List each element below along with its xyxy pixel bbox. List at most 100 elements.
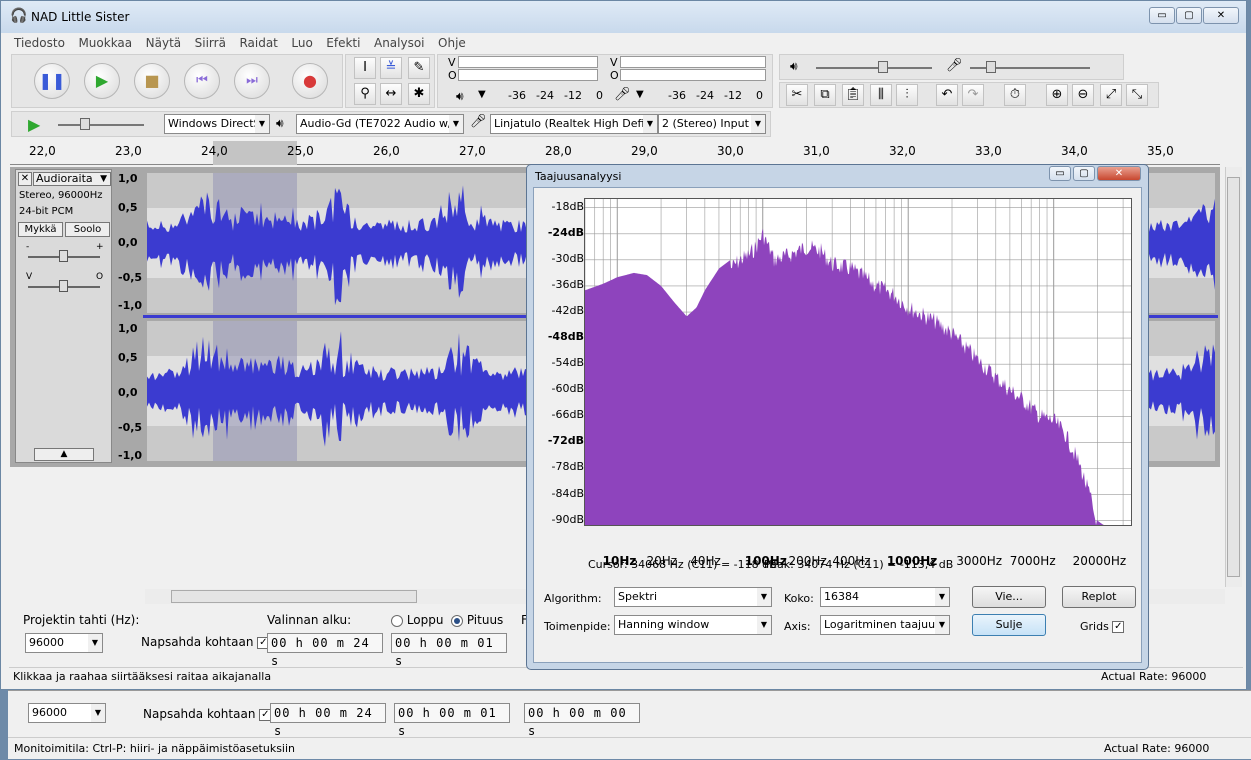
recording-volume-thumb[interactable] <box>986 61 996 73</box>
rec-meter-left[interactable] <box>458 56 598 68</box>
tools-toolbar: I ≚ ✎ ⚲ ↔ ✱ <box>345 54 435 108</box>
size-select[interactable]: 16384 ▼ <box>820 587 950 607</box>
play-at-speed-icon[interactable]: ▶ <box>28 115 40 134</box>
rec-scale-36: -36 <box>508 89 526 102</box>
cut-icon[interactable]: ✂ <box>786 84 808 106</box>
pause-button[interactable]: ❚❚ <box>34 63 70 99</box>
host-value: Windows DirectSc <box>168 117 267 130</box>
menu-help[interactable]: Ohje <box>433 34 471 52</box>
ruler-tick-label: 27,0 <box>459 144 486 158</box>
stop-button[interactable]: ■ <box>134 63 170 99</box>
scale-label: 1,0 <box>118 322 138 335</box>
timeline-ruler[interactable] <box>10 141 1220 165</box>
output-device-select[interactable]: Audio-Gd (TE7022 Audio w/ SF ▼ <box>296 114 464 134</box>
play-speed-slider[interactable] <box>58 124 144 126</box>
y-tick-label: -60dB <box>551 382 585 396</box>
collapse-track-button[interactable]: ▲ <box>34 448 94 461</box>
close-dialog-button[interactable]: Sulje <box>972 614 1046 636</box>
chevron-down-icon[interactable]: ▼ <box>478 89 486 100</box>
play-meter-left[interactable] <box>620 56 766 68</box>
project-rate-select[interactable]: 96000 ▼ <box>25 633 103 653</box>
rec-scale-12: -12 <box>564 89 582 102</box>
undo-icon[interactable]: ↶ <box>936 84 958 106</box>
selection-length-field[interactable]: 00 h 00 m 01 s <box>391 633 507 668</box>
track-close-button[interactable]: ✕ <box>18 172 32 186</box>
pan-thumb[interactable] <box>59 280 68 292</box>
gain-thumb[interactable] <box>59 250 68 262</box>
menu-view[interactable]: Näytä <box>141 34 187 52</box>
envelope-tool-icon[interactable]: ≚ <box>380 57 402 79</box>
draw-tool-icon[interactable]: ✎ <box>408 57 430 79</box>
play-speed-thumb[interactable] <box>80 118 90 130</box>
trim-icon[interactable]: ⫼ <box>870 84 892 106</box>
selection-start-field[interactable]: 00 h 00 m 24 s <box>267 633 383 668</box>
end-radio[interactable] <box>391 614 403 627</box>
actual-rate-bg: Actual Rate: 96000 <box>1104 742 1210 755</box>
menu-tracks[interactable]: Raidat <box>234 34 282 52</box>
menu-effect[interactable]: Efekti <box>321 34 365 52</box>
silence-icon[interactable]: ⫶ <box>896 84 918 106</box>
menu-transport[interactable]: Siirrä <box>190 34 231 52</box>
zoom-in-icon[interactable]: ⊕ <box>1046 84 1068 106</box>
timeshift-tool-icon[interactable]: ↔ <box>380 83 402 105</box>
copy-icon[interactable]: ⧉ <box>814 84 836 106</box>
dialog-restore-button[interactable]: ▢ <box>1073 166 1095 181</box>
play-button[interactable]: ▶ <box>84 63 120 99</box>
rec-meter-right[interactable] <box>458 69 598 81</box>
algorithm-select[interactable]: Spektri ▼ <box>614 587 772 607</box>
playback-volume-slider[interactable] <box>816 67 932 69</box>
track-control-panel: ✕ Audioraita ▼ Stereo, 96000Hz 24-bit PCM… <box>15 169 112 463</box>
replot-button[interactable]: Replot <box>1062 586 1136 608</box>
dialog-content: -18dB -24dB -30dB -36dB -42dB -48dB -54dB -60dB… <box>533 187 1142 663</box>
menu-bar: Tiedosto Muokkaa Näytä Siirrä Raidat Luo… <box>9 34 1244 53</box>
grids-checkbox[interactable]: ✓ <box>1112 621 1125 633</box>
menu-generate[interactable]: Luo <box>286 34 317 52</box>
selection-start-field-bg[interactable]: 00 h 00 m 24 s <box>270 703 386 738</box>
play-meter-right[interactable] <box>620 69 766 81</box>
menu-analyze[interactable]: Analysoi <box>369 34 430 52</box>
fit-selection-icon[interactable]: ⤢ <box>1100 84 1122 106</box>
paste-icon[interactable]: 📋︎ <box>842 84 864 106</box>
menu-file[interactable]: Tiedosto <box>9 34 70 52</box>
track-name-button[interactable]: Audioraita ▼ <box>33 172 111 186</box>
multi-tool-icon[interactable]: ✱ <box>408 83 430 105</box>
skip-end-button[interactable]: ⏭ <box>234 63 270 99</box>
axis-select[interactable]: Logaritminen taajuus ▼ <box>820 615 950 635</box>
selection-tool-icon[interactable]: I <box>354 57 376 79</box>
playback-volume-thumb[interactable] <box>878 61 888 73</box>
zoom-out-icon[interactable]: ⊖ <box>1072 84 1094 106</box>
chevron-down-icon[interactable]: ▼ <box>636 89 644 100</box>
length-radio[interactable] <box>451 614 463 627</box>
record-button[interactable]: ● <box>292 63 328 99</box>
project-rate-select-bg[interactable]: 96000 ▼ <box>28 703 106 723</box>
mute-button[interactable]: Mykkä <box>18 222 63 237</box>
export-button[interactable]: Vie... <box>972 586 1046 608</box>
skip-start-button[interactable]: ⏮ <box>184 63 220 99</box>
restore-button[interactable]: ▢ <box>1176 7 1202 24</box>
sync-lock-icon[interactable]: ⏱ <box>1004 84 1026 106</box>
input-channels-select[interactable]: 2 (Stereo) Input C ▼ <box>658 114 766 134</box>
x-tick-label: 7000Hz <box>1009 554 1056 568</box>
dialog-minimize-button[interactable]: ▭ <box>1049 166 1071 181</box>
redo-icon[interactable]: ↷ <box>962 84 984 106</box>
audio-position-field-bg[interactable]: 00 h 00 m 00 s <box>524 703 640 738</box>
rec-meter-o-label: O <box>448 69 457 82</box>
frequency-analysis-dialog: Taajuusanalyysi ▭ ▢ ✕ -18dB -24dB -30dB -36… <box>526 164 1149 670</box>
menu-edit[interactable]: Muokkaa <box>73 34 137 52</box>
vertical-scroll-thumb[interactable] <box>1227 177 1240 577</box>
host-select[interactable]: Windows DirectSc ▼ <box>164 114 270 134</box>
dialog-close-button[interactable]: ✕ <box>1097 166 1141 181</box>
input-device-select[interactable]: Linjatulo (Realtek High Definiti ▼ <box>490 114 658 134</box>
function-select[interactable]: Hanning window ▼ <box>614 615 772 635</box>
zoom-tool-icon[interactable]: ⚲ <box>354 83 376 105</box>
cursor-readout: Cursor: 34068 Hz (C11) = -118 dB <box>588 558 777 571</box>
solo-button[interactable]: Soolo <box>65 222 110 237</box>
close-button[interactable]: ✕ <box>1203 7 1239 24</box>
selection-length-field-bg[interactable]: 00 h 00 m 01 s <box>394 703 510 738</box>
fit-project-icon[interactable]: ⤡ <box>1126 84 1148 106</box>
meter-toolbar: V O V O 🔊︎ ▼ -36 -24 -12 0 🎤︎ ▼ -36 -24 … <box>437 54 773 108</box>
stop-icon: ■ <box>144 71 160 90</box>
spectrum-plot[interactable] <box>584 198 1132 526</box>
minimize-button[interactable]: ▭ <box>1149 7 1175 24</box>
horizontal-scroll-thumb[interactable] <box>171 590 417 603</box>
